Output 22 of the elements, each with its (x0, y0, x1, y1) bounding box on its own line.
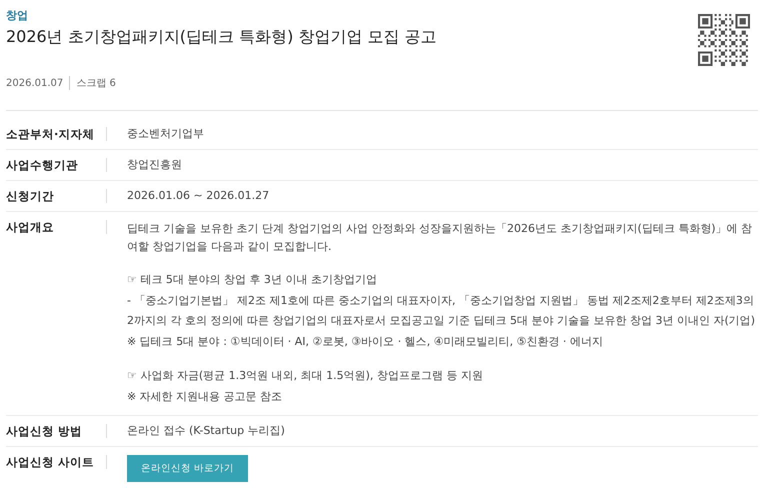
apply-online-button[interactable]: 온라인신청 바로가기 (127, 455, 248, 482)
qr-code-icon (698, 14, 750, 66)
page-title: 2026년 초기창업패키지(딥테크 특화형) 창업기업 모집 공고 (6, 27, 437, 48)
field-label: 사업수행기관 (6, 158, 107, 172)
field-label: 사업개요 (6, 220, 107, 234)
description-text: ※ 딥테크 5대 분야 : ①빅데이터 · AI, ②로봇, ③바이오 · 헬스, ④미래모빌리티, ⑤친환경 · 에너지 (127, 334, 604, 350)
category-link[interactable]: 창업 (6, 8, 437, 23)
post-date: 2026.01.07 (6, 78, 64, 88)
field-value: 창업진흥원 (127, 158, 182, 171)
field-value: 2026.01.06 ~ 2026.01.27 (127, 189, 270, 202)
description-text: ☞ 테크 5대 분야의 창업 후 3년 이내 초기창업기업 (127, 272, 378, 288)
field-value: 중소벤처기업부 (127, 127, 204, 140)
field-label: 소관부처·지자체 (6, 127, 107, 141)
description-text: 딥테크 기술을 보유한 초기 단계 창업기업의 사업 안정화와 성장을지원하는「2026년도 초기창업패키지(딥테크 특화형)」에 참여할 창업기업을 다음과 같이 모집합니다. (127, 221, 754, 255)
field-label: 사업신청 사이트 (6, 455, 107, 469)
field-value: 온라인 접수 (K-Startup 누리집) (127, 424, 285, 437)
description-text: ※ 자세한 지원내용 공고문 참조 (127, 388, 284, 404)
description-text: ☞ 사업화 자금(평균 1.3억원 내외, 최대 1.5억원), 창업프로그램 등 지원 (127, 368, 484, 384)
field-label: 사업신청 방법 (6, 424, 107, 438)
scrap-count: 스크랩 6 (69, 76, 116, 90)
field-label: 신청기간 (6, 189, 107, 203)
description-text: - 「중소기업기본법」 제2조 제1호에 따른 중소기업의 대표자이자, 「중소기업창업 지원법」 동법 제2조제2호부터 제2조제3의2까지의 각 호의 정의에 따른 창업기업의 대표자로서 모집공고일 기준 딥테크 5대 분야 기술을 보유한 창업 3년 이내인 자(기업) (127, 292, 756, 329)
